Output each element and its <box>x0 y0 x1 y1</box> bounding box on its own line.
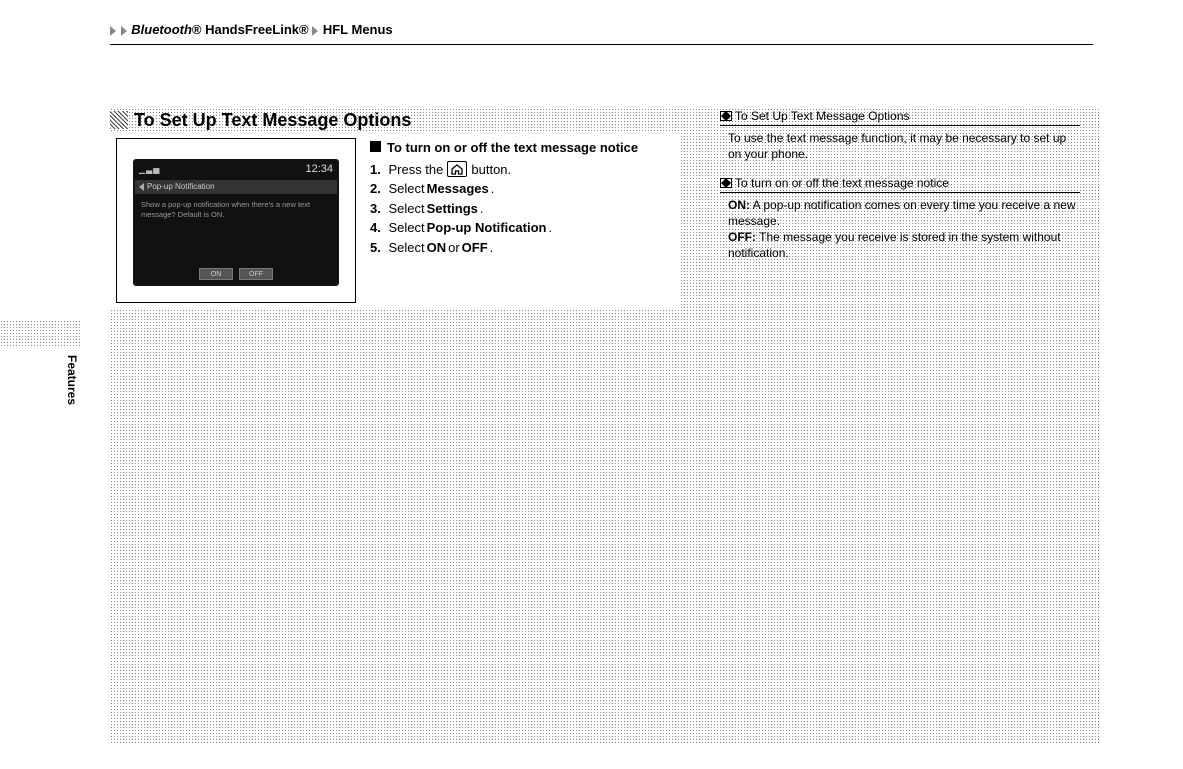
step-text: button. <box>471 160 511 180</box>
device-on-button: ON <box>199 268 233 280</box>
device-screen: ▁▃▅ 12:34 Pop-up Notification Show a pop… <box>133 159 339 286</box>
side-notes: To Set Up Text Message Options To use th… <box>720 108 1080 274</box>
device-screenshot: ▁▃▅ 12:34 Pop-up Notification Show a pop… <box>116 138 356 303</box>
note-title: To turn on or off the text message notic… <box>735 175 949 191</box>
note-text: A pop-up notification comes on every tim… <box>728 198 1076 228</box>
step-text: . <box>548 218 552 238</box>
signal-icon: ▁▃▅ <box>139 165 160 175</box>
device-body-text: Show a pop-up notification when there's … <box>135 198 337 222</box>
step-text: Select <box>388 199 424 219</box>
step-bold: Pop-up Notification <box>427 218 547 238</box>
note-text: The message you receive is stored in the… <box>728 230 1061 260</box>
step-item: 2. Select Messages. <box>370 179 674 199</box>
step-number: 3. <box>370 199 381 219</box>
steps-block: To turn on or off the text message notic… <box>370 138 674 257</box>
square-bullet-icon <box>370 141 381 152</box>
note-heading: To Set Up Text Message Options <box>720 108 1080 124</box>
step-number: 2. <box>370 179 381 199</box>
breadcrumb-seg2: HFL Menus <box>323 22 393 37</box>
step-bold: OFF <box>462 238 488 258</box>
note-title: To Set Up Text Message Options <box>735 108 910 124</box>
step-bold: ON <box>427 238 447 258</box>
section-title: To Set Up Text Message Options <box>110 108 680 132</box>
main-content: ▁▃▅ 12:34 Pop-up Notification Show a pop… <box>110 132 680 309</box>
chevron-right-icon <box>121 26 127 36</box>
note-body: To use the text message function, it may… <box>720 130 1080 174</box>
step-text: Select <box>388 179 424 199</box>
chevron-right-icon <box>110 26 116 36</box>
note-rule <box>720 192 1080 193</box>
section-bullet-icon <box>110 111 128 129</box>
step-text: Select <box>388 218 424 238</box>
step-bold: Messages <box>427 179 489 199</box>
home-button-icon <box>447 161 467 177</box>
device-body-line: message? Default is ON. <box>141 210 331 220</box>
device-screen-title: Pop-up Notification <box>147 182 215 192</box>
note-body: ON: A pop-up notification comes on every… <box>720 197 1080 274</box>
side-tab-pattern <box>0 320 80 348</box>
breadcrumb-seg1-suffix: ® HandsFreeLink® <box>192 22 309 37</box>
step-text: Select <box>388 238 424 258</box>
step-item: 4. Select Pop-up Notification. <box>370 218 674 238</box>
header-rule <box>110 44 1093 45</box>
step-text: Press the <box>388 160 443 180</box>
chevron-right-icon <box>312 26 318 36</box>
breadcrumb-seg1: Bluetooth <box>131 22 192 37</box>
device-buttons: ON OFF <box>133 268 339 280</box>
back-icon <box>139 183 144 191</box>
step-text: or <box>448 238 460 258</box>
step-item: 3. Select Settings. <box>370 199 674 219</box>
note-heading: To turn on or off the text message notic… <box>720 175 1080 191</box>
device-title-row: Pop-up Notification <box>135 180 337 194</box>
step-text: . <box>491 179 495 199</box>
side-tab-label: Features <box>65 355 79 405</box>
device-clock: 12:34 <box>305 163 333 176</box>
note-text: To use the text message function, it may… <box>728 131 1066 161</box>
device-statusbar: ▁▃▅ 12:34 <box>135 163 337 178</box>
step-item: 1. Press the button. <box>370 160 674 180</box>
steps-subhead: To turn on or off the text message notic… <box>370 138 674 158</box>
step-item: 5. Select ON or OFF. <box>370 238 674 258</box>
step-number: 4. <box>370 218 381 238</box>
step-text: . <box>490 238 494 258</box>
note-label: OFF: <box>728 230 756 244</box>
step-number: 1. <box>370 160 381 180</box>
device-off-button: OFF <box>239 268 273 280</box>
note-rule <box>720 125 1080 126</box>
step-bold: Settings <box>427 199 478 219</box>
step-number: 5. <box>370 238 381 258</box>
step-text: . <box>480 199 484 219</box>
note-icon <box>720 178 732 188</box>
section-title-text: To Set Up Text Message Options <box>134 110 411 131</box>
device-body-line: Show a pop-up notification when there's … <box>141 200 331 210</box>
note-icon <box>720 111 732 121</box>
steps-subhead-text: To turn on or off the text message notic… <box>387 138 638 158</box>
note-label: ON: <box>728 198 750 212</box>
breadcrumb: Bluetooth® HandsFreeLink® HFL Menus <box>110 22 393 37</box>
